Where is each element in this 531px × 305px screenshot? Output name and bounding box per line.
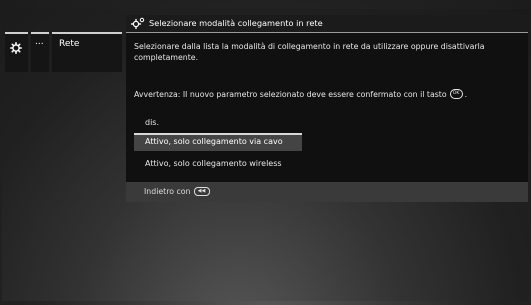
dialog-warning: Avvertenza: Il nuovo parametro seleziona… [134, 89, 524, 100]
gear-icon [131, 17, 145, 29]
option-wired-only[interactable]: Attivo, solo collegamento via cavo [134, 133, 302, 151]
breadcrumb-more[interactable]: ... [31, 32, 49, 72]
warning-text: Avvertenza: Il nuovo parametro seleziona… [134, 90, 447, 99]
breadcrumb-network-label: Rete [59, 39, 80, 49]
back-key-icon: ◀◀ [193, 186, 210, 196]
back-hint[interactable]: Indietro con ◀◀ [144, 186, 210, 197]
option-disabled[interactable]: dis. [134, 114, 296, 132]
dialog-header: Selezionare modalità collegamento in ret… [126, 15, 528, 32]
breadcrumb-network[interactable]: Rete [52, 32, 122, 72]
warning-suffix: . [464, 90, 468, 99]
network-mode-dialog: Selezionare dalla lista la modalità di c… [126, 32, 528, 182]
breadcrumb-settings[interactable] [5, 32, 28, 72]
option-wireless-only[interactable]: Attivo, solo collegamento wireless [134, 155, 324, 173]
dialog-footer: Indietro con ◀◀ [126, 182, 528, 202]
gear-icon [10, 42, 22, 54]
dialog-description: Selezionare dalla lista la modalità di c… [134, 42, 485, 62]
tv-screen: ... Rete Selezionare modalità collegamen… [0, 0, 531, 305]
page-title: Selezionare modalità collegamento in ret… [149, 18, 323, 28]
breadcrumb-more-label: ... [35, 37, 44, 47]
ok-key-icon: OK [449, 89, 463, 99]
back-label: Indietro con [144, 187, 191, 196]
